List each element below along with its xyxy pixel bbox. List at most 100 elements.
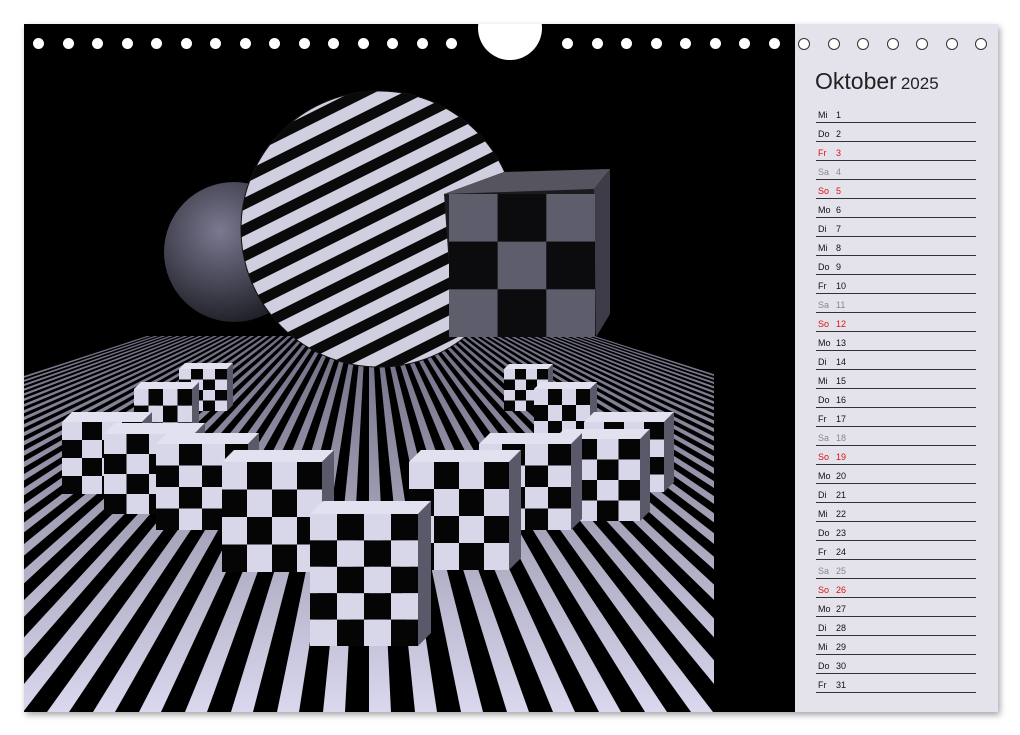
binding-hole — [446, 38, 457, 49]
binding-hole — [92, 38, 103, 49]
weekday-label: Do — [818, 262, 830, 272]
day-row: So 19 — [816, 446, 976, 465]
hanger-cutout — [478, 24, 542, 60]
binding-hole — [709, 38, 721, 49]
binding-hole — [975, 38, 987, 50]
binding-holes — [24, 24, 998, 64]
day-number: 23 — [836, 528, 847, 538]
binding-hole — [650, 38, 662, 49]
day-row: Do 23 — [816, 522, 976, 541]
day-row: Di 14 — [816, 351, 976, 370]
binding-hole — [298, 38, 310, 49]
day-row: Do 9 — [816, 256, 976, 275]
day-number: 15 — [836, 376, 847, 386]
day-number: 13 — [836, 338, 847, 348]
artwork-svg — [24, 24, 795, 712]
day-number: 5 — [836, 186, 842, 196]
day-row: Mi 22 — [816, 503, 976, 522]
weekday-label: So — [818, 319, 830, 329]
weekday-label: Sa — [818, 167, 830, 177]
cube-square — [449, 241, 498, 290]
day-row: So 12 — [816, 313, 976, 332]
cube-square — [497, 241, 547, 290]
weekday-label: So — [818, 585, 830, 595]
day-number: 6 — [836, 205, 842, 215]
day-row: Do 16 — [816, 389, 976, 408]
day-row: Fr 3 — [816, 142, 976, 161]
weekday-label: Sa — [818, 566, 830, 576]
day-row: Fr 24 — [816, 541, 976, 560]
weekday-label: Mi — [818, 110, 828, 120]
day-number: 17 — [836, 414, 847, 424]
weekday-label: Sa — [818, 433, 830, 443]
day-row: So 26 — [816, 579, 976, 598]
binding-hole — [562, 38, 573, 49]
day-number: 9 — [836, 262, 842, 272]
weekday-label: Mo — [818, 471, 831, 481]
binding-hole — [798, 38, 810, 50]
day-number: 19 — [836, 452, 847, 462]
cube-square — [546, 241, 595, 290]
binding-hole — [239, 38, 251, 49]
binding-hole — [945, 38, 958, 50]
day-number: 16 — [836, 395, 847, 405]
binding-hole — [151, 38, 162, 49]
day-row: Mi 8 — [816, 237, 976, 256]
day-row: Mo 27 — [816, 598, 976, 617]
binding-hole — [416, 38, 428, 49]
binding-hole — [680, 38, 691, 49]
day-row: Sa 18 — [816, 427, 976, 446]
day-number: 8 — [836, 243, 842, 253]
artwork-image — [24, 24, 795, 712]
month-year: 2025 — [900, 74, 939, 93]
weekday-label: Fr — [818, 680, 827, 690]
cube-square — [497, 289, 547, 337]
weekday-label: Di — [818, 224, 827, 234]
day-row: Mo 20 — [816, 465, 976, 484]
binding-hole — [387, 38, 398, 49]
binding-hole — [827, 38, 840, 50]
checkered-cube — [444, 169, 610, 337]
cube-square — [546, 194, 595, 242]
binding-hole — [857, 38, 869, 50]
binding-hole — [210, 38, 221, 49]
day-number: 11 — [836, 300, 846, 310]
month-name: Oktober — [815, 68, 897, 94]
cube-square — [449, 194, 498, 242]
binding-hole — [768, 38, 780, 49]
binding-hole — [739, 38, 750, 49]
weekday-label: Mi — [818, 243, 828, 253]
day-list: Mi 1 Do 2 Fr 3 Sa 4 So 5 Mo 6 Di 7 Mi 8 Do 9 Fr 10 Sa 11 So 12 M… — [816, 104, 976, 693]
weekday-label: Do — [818, 661, 830, 671]
weekday-label: So — [818, 186, 830, 196]
binding-hole — [269, 38, 280, 49]
day-row: Do 30 — [816, 655, 976, 674]
checkered-block — [310, 501, 431, 646]
day-number: 25 — [836, 566, 847, 576]
weekday-label: Do — [818, 129, 830, 139]
day-number: 22 — [836, 509, 847, 519]
day-number: 29 — [836, 642, 847, 652]
binding-hole — [121, 38, 133, 49]
day-row: Di 28 — [816, 617, 976, 636]
weekday-label: Mi — [818, 509, 828, 519]
day-row: Fr 17 — [816, 408, 976, 427]
weekday-label: Mo — [818, 338, 831, 348]
day-number: 4 — [836, 167, 842, 177]
binding-hole — [621, 38, 632, 49]
day-row: Mi 29 — [816, 636, 976, 655]
weekday-label: Mi — [818, 642, 828, 652]
day-number: 18 — [836, 433, 847, 443]
day-row: Mo 13 — [816, 332, 976, 351]
weekday-label: Sa — [818, 300, 830, 310]
day-number: 2 — [836, 129, 842, 139]
day-number: 24 — [836, 547, 847, 557]
weekday-label: Fr — [818, 547, 827, 557]
weekday-label: So — [818, 452, 830, 462]
day-number: 28 — [836, 623, 847, 633]
weekday-label: Mo — [818, 604, 831, 614]
day-row: Fr 31 — [816, 674, 976, 693]
binding-hole — [33, 38, 44, 49]
binding-hole — [886, 38, 899, 50]
binding-hole — [328, 38, 339, 49]
